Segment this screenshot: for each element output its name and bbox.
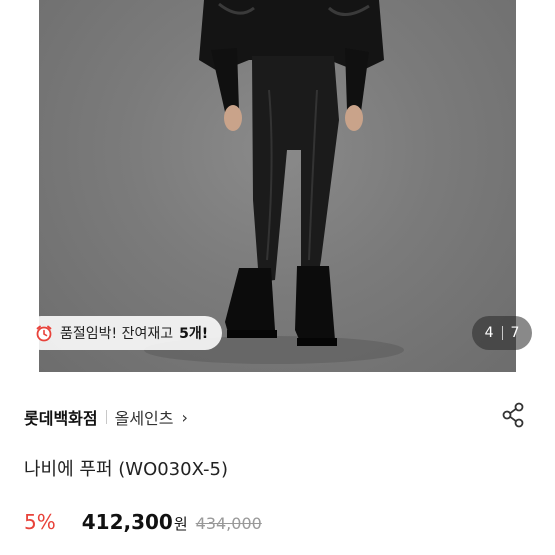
share-button[interactable] bbox=[500, 402, 526, 432]
discount-rate: 5% bbox=[24, 510, 56, 534]
alarm-clock-icon bbox=[34, 323, 54, 343]
store-name[interactable]: 롯데백화점 bbox=[24, 405, 98, 429]
original-price: 434,000 bbox=[195, 514, 262, 533]
currency-unit: 원 bbox=[173, 515, 188, 533]
current-page: 4 bbox=[484, 325, 494, 341]
page-divider bbox=[501, 326, 503, 340]
sale-price: 412,300 bbox=[81, 510, 173, 534]
share-icon bbox=[501, 402, 525, 432]
image-page-counter: 4 7 bbox=[472, 316, 532, 350]
stock-count: 5개! bbox=[179, 326, 209, 342]
product-title: 나비에 푸퍼 (WO030X-5) bbox=[24, 459, 228, 480]
low-stock-badge: 품절임박! 잔여재고 5개! bbox=[24, 316, 223, 350]
price-row: 5% 412,300 원 434,000 bbox=[24, 510, 262, 534]
seller-row[interactable]: 롯데백화점 올세인츠 › bbox=[24, 402, 188, 432]
brand-link[interactable]: 올세인츠 bbox=[115, 405, 174, 429]
total-pages: 7 bbox=[510, 325, 520, 341]
chevron-right-icon[interactable]: › bbox=[182, 408, 188, 427]
seller-divider bbox=[105, 410, 107, 424]
stock-alert-text: 품절임박! 잔여재고 bbox=[60, 326, 174, 342]
product-image-gallery[interactable]: 품절임박! 잔여재고 5개! 4 7 bbox=[0, 0, 555, 372]
